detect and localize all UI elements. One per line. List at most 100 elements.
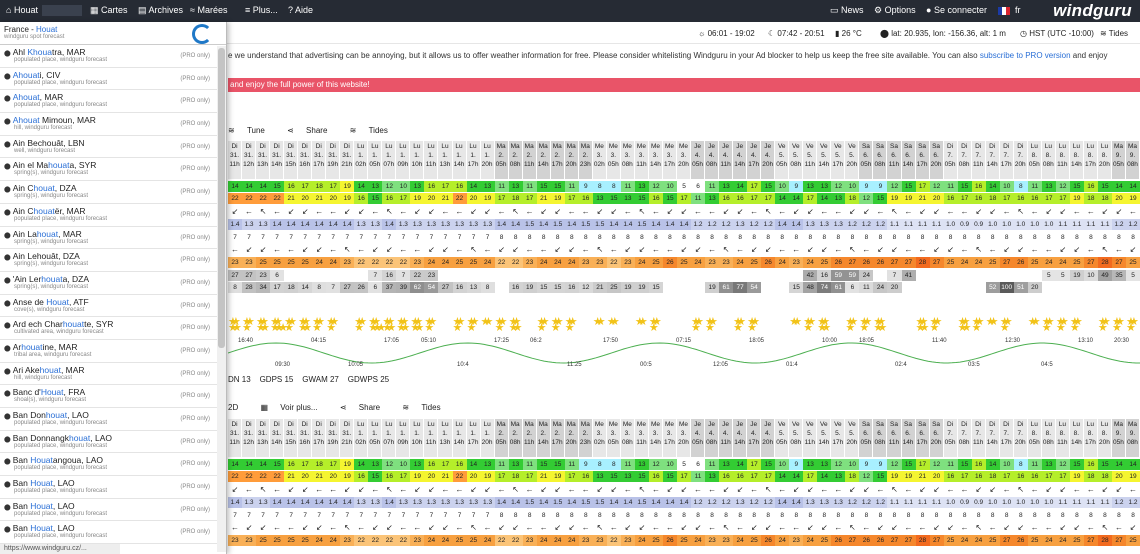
tides-link[interactable]: ≈ Marées	[190, 5, 227, 15]
share-button[interactable]: ⋖ Share	[287, 126, 337, 135]
archives-link[interactable]: ▤ Archives	[138, 5, 183, 16]
day-label: Sa	[918, 421, 927, 428]
result-name-part: a, SYR	[69, 160, 97, 171]
search-result-item[interactable]: ⬤ Ari Akehouat, MAR hill, windguru forecas…	[0, 363, 226, 386]
maps-link[interactable]: ▦ Cartes	[90, 5, 128, 16]
search-result-item[interactable]: ⬤ Banc d'Houat, FRA shoal(s), windguru for…	[0, 385, 226, 408]
model-label[interactable]: DN 13	[228, 375, 251, 384]
date-header-cell: Sa 6. 20h	[929, 419, 944, 457]
wind-gust-cell: 14	[789, 471, 804, 482]
wind-arrow-icon: ←	[694, 485, 703, 494]
wave-height-cell: 1.4	[536, 219, 551, 230]
search-input[interactable]: France - Houat windguru spot forecast	[0, 22, 226, 45]
wave-period-cell: 8	[780, 512, 785, 519]
model-label[interactable]: GDWPS 25	[348, 375, 389, 384]
france-flag-icon[interactable]	[998, 7, 1010, 15]
tides-toggle[interactable]: ≋ Tides	[402, 403, 450, 412]
wind-gust-cell: 13	[620, 193, 635, 204]
temperature-cell: 25	[284, 257, 299, 268]
user-icon: ●	[926, 5, 932, 15]
search-result-item[interactable]: ⬤ Ban Houatangoua, LAO populated place, wi…	[0, 453, 226, 477]
date-label: 31.	[286, 430, 296, 437]
wave-height-cell: 1.2	[859, 497, 874, 508]
hour-label: 11h	[972, 439, 984, 446]
tides-button[interactable]: ≋ Tides	[1100, 29, 1128, 38]
search-result-item[interactable]: ⬤ Ban Donhouat, LAO populated place, windg…	[0, 408, 226, 431]
date-label: 31.	[342, 152, 352, 159]
wave-arrow-icon: ↙	[568, 245, 576, 254]
search-result-item[interactable]: ⬤ Ard ech Charhouatte, SYR cultivated area…	[0, 317, 226, 340]
day-label: Di	[273, 143, 280, 150]
day-label: Ma	[524, 143, 534, 150]
hour-label: 08h	[874, 161, 886, 168]
language-selector[interactable]: fr	[1015, 5, 1021, 15]
day-label: Lu	[399, 421, 407, 428]
search-result-item[interactable]: ⬤ Ain el Mahouata, SYR spring(s), windguru…	[0, 158, 226, 182]
share-button[interactable]: ⋖ Share	[340, 403, 390, 412]
date-label: 31.	[229, 152, 240, 159]
search-result-item[interactable]: ⬤ Ban Houat, LAO populated place, windguru…	[0, 499, 226, 522]
help-link[interactable]: ? Aide	[288, 5, 313, 15]
search-result-item[interactable]: ⬤ Anse de Houat, ATF cove(s), windguru for…	[0, 295, 226, 318]
model-label[interactable]: GWAM 27	[302, 375, 339, 384]
scrollbar-thumb[interactable]	[218, 48, 225, 348]
search-result-item[interactable]: ⬤ Ahl Khouatra, MAR populated place, windg…	[0, 45, 226, 68]
wind-arrow-icon: ↙	[343, 485, 351, 494]
location-search-box[interactable]	[41, 5, 82, 17]
wave-arrow-icon: ←	[665, 523, 674, 532]
results-scrollbar[interactable]	[217, 46, 226, 552]
search-result-item[interactable]: ⬤ Ain Lahouat, MAR spring(s), windguru for…	[0, 227, 226, 250]
hour-label: 17h	[313, 439, 325, 446]
wave-height-cell: 1.4	[677, 219, 692, 230]
wave-period-cell: 8	[836, 234, 841, 241]
search-result-item[interactable]: ⬤ Ain Chouat, DZA spring(s), windguru fore…	[0, 181, 226, 204]
more-link[interactable]: ≡ Plus...	[245, 5, 278, 15]
search-result-item[interactable]: ⬤ Arhouatine, MAR tribal area, windguru fo…	[0, 340, 226, 363]
search-result-item[interactable]: ⬤ Ahouat Mimoun, MAR hill, windguru foreca…	[0, 113, 226, 136]
day-label: Di	[989, 143, 996, 150]
rain-cell: 61	[831, 282, 846, 293]
tides-toggle[interactable]: ≋ Tides	[350, 126, 398, 135]
subscribe-pro-link[interactable]: subscribe to PRO version	[980, 51, 1071, 60]
2d-button[interactable]: 2D	[228, 403, 248, 412]
pro-banner[interactable]: and enjoy the full power of this website…	[228, 78, 1140, 92]
location-button[interactable]: ⌂ Houat	[6, 5, 82, 17]
rain-cell: 19	[705, 282, 720, 293]
hour-label: 05h	[1028, 439, 1040, 446]
cloud-cover-cell	[298, 270, 312, 281]
wave-period-cell: 8	[864, 234, 869, 241]
day-label: Me	[636, 143, 646, 150]
wave-height-cell: 1.3	[354, 219, 369, 230]
rain-cell	[1098, 282, 1112, 293]
search-result-item[interactable]: ⬤ Ahouati, CIV populated place, windguru f…	[0, 68, 226, 91]
model-label[interactable]: GDPS 15	[260, 375, 294, 384]
day-label: Di	[961, 421, 968, 428]
wave-period-cell: 7	[429, 512, 434, 519]
day-label: Ma	[496, 421, 506, 428]
search-result-item[interactable]: ⬤ Ain Bechouât, LBN well, windguru forecas…	[0, 136, 226, 159]
result-name-part: , MAR	[60, 364, 85, 375]
cloud-cover-cell: 19	[1069, 270, 1084, 281]
wave-arrow-icon: ↙	[638, 523, 646, 532]
search-result-item[interactable]: ⬤ Ban Houat, LAO populated place, windguru…	[0, 476, 226, 499]
search-result-item[interactable]: ⬤ Ban Donnangkhouat, LAO populated place, …	[0, 431, 226, 454]
options-link[interactable]: ⚙ Options	[874, 5, 916, 16]
wave-period-row: 7777777777777777777888888888888888888888…	[228, 232, 1140, 243]
view-more-button[interactable]: ▦ Voir plus...	[260, 403, 327, 412]
wave-period-cell: 7	[387, 512, 392, 519]
hour-label: 14h	[986, 161, 998, 168]
wave-arrow-icon: ←	[581, 245, 590, 254]
search-result-item[interactable]: ⬤ Ahouat, MAR populated place, windguru fo…	[0, 90, 226, 114]
news-link[interactable]: ▭ News	[830, 5, 864, 16]
day-label: Di	[1003, 421, 1010, 428]
hour-label: 17h	[916, 439, 928, 446]
search-result-item[interactable]: ⬤ Ain Chouatër, MAR populated place, windg…	[0, 204, 226, 227]
wind-speed-cell: 14	[228, 181, 243, 192]
windguru-logo[interactable]: windguru	[1053, 1, 1132, 21]
search-result-item[interactable]: ⬤ Ban Houat, LAO populated place, windguru…	[0, 521, 226, 545]
search-result-item[interactable]: ⬤ 'Ain Lerhouata, DZA spring(s), windguru …	[0, 272, 226, 295]
search-result-item[interactable]: ⬤ Ain Lehouât, DZA spring(s), windguru for…	[0, 249, 226, 272]
login-link[interactable]: ● Se connecter	[926, 5, 987, 15]
temperature-cell: 26	[1013, 257, 1028, 268]
tune-button[interactable]: ≋ Tune	[228, 126, 275, 135]
